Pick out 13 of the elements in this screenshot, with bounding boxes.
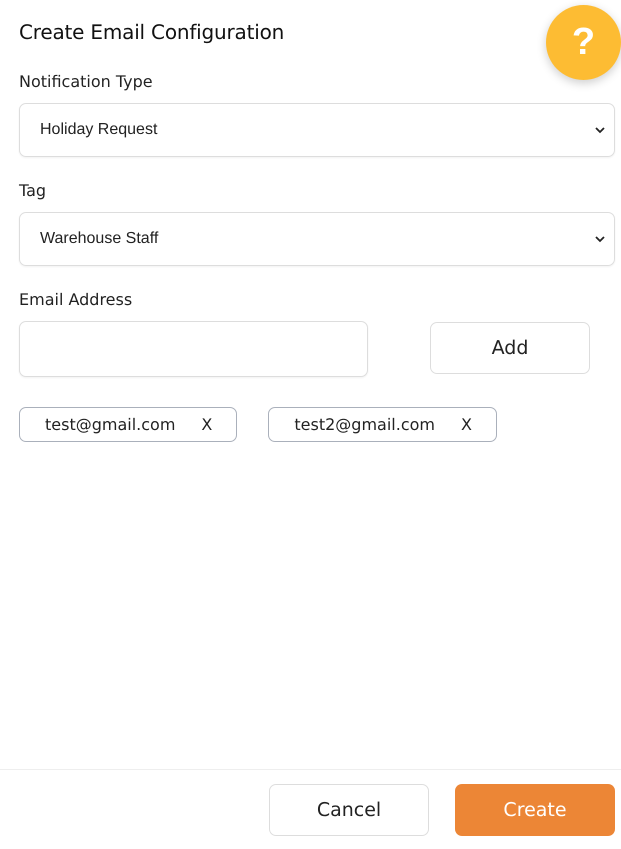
cancel-button[interactable]: Cancel <box>269 784 429 836</box>
dropdown[interactable]: Holiday Request <box>19 103 615 157</box>
field-label: Email Address <box>19 289 132 311</box>
remove-button[interactable]: X <box>461 415 472 434</box>
email-text: test2@gmail.com <box>294 415 435 434</box>
email-text: test@gmail.com <box>45 415 176 434</box>
dropdown[interactable]: Warehouse Staff <box>19 212 615 266</box>
remove-button[interactable]: X <box>201 415 212 434</box>
add-button[interactable]: Add <box>430 322 590 374</box>
field-label: Tag <box>19 180 46 202</box>
email-input-field[interactable] <box>19 321 368 377</box>
field-label: Notification Type <box>19 71 153 93</box>
dialog-title: Create Email Configuration <box>19 19 284 46</box>
